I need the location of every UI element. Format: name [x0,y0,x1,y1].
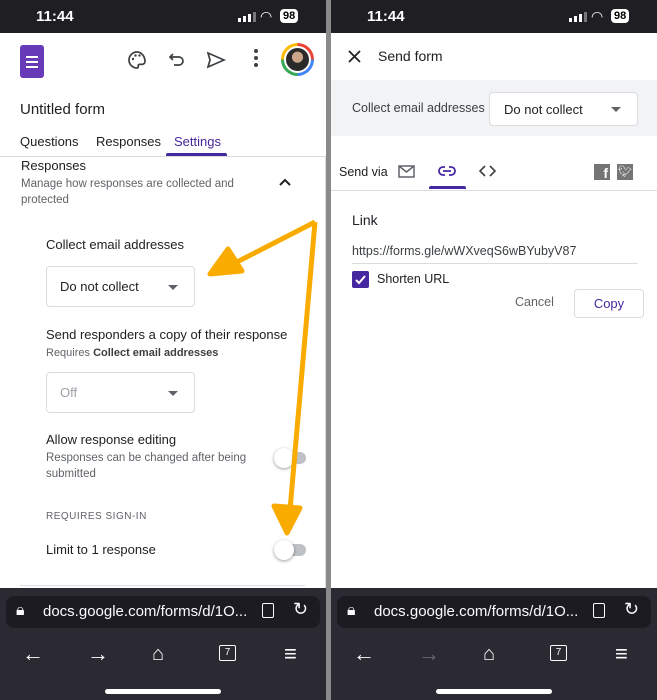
shorten-url-label: Shorten URL [377,272,450,286]
divider [0,156,326,157]
dialog-title: Send form [378,48,443,64]
address-bar[interactable]: 🔒︎ docs.google.com/forms/d/1O... ↻ [337,596,651,628]
section-subtitle-2: protected [21,194,69,206]
forward-icon: → [418,641,440,666]
close-icon[interactable] [348,50,361,63]
divider [20,585,305,586]
home-icon[interactable]: ⌂ [483,644,495,664]
link-icon[interactable] [438,166,456,176]
send-copy-label: Send responders a copy of their response [46,327,288,342]
allow-editing-sub-2: submitted [46,468,96,480]
copy-button[interactable]: Copy [574,289,644,318]
caret-down-icon [168,284,178,290]
forms-settings-screen: 11:44 ◠ 98 Untitled form Questions Respo… [0,0,326,700]
home-icon[interactable]: ⌂ [152,644,164,664]
signal-icon [238,12,256,22]
menu-icon[interactable]: ≡ [615,643,628,665]
forms-logo-icon [20,45,44,78]
status-time: 11:44 [36,8,74,25]
allow-editing-sub: Responses can be changed after being [46,452,247,464]
send-form-screen: 11:44 ◠ 98 Send form Collect email addre… [331,0,657,700]
shorten-url-checkbox[interactable] [352,271,369,288]
tab-questions[interactable]: Questions [20,134,79,149]
wifi-icon: ◠ [260,8,273,24]
wifi-icon: ◠ [591,8,604,24]
reload-icon[interactable]: ↻ [293,599,308,620]
url-text[interactable]: docs.google.com/forms/d/1O... [374,603,578,620]
tab-settings[interactable]: Settings [174,134,221,149]
tabs-count-icon[interactable]: 7 [550,645,567,661]
status-bar: 11:44 ◠ 98 [331,0,657,33]
link-heading: Link [352,212,378,228]
chevron-up-icon[interactable] [279,178,291,186]
battery-indicator: 98 [611,9,630,23]
requires-prefix: Requires [46,347,94,359]
embed-code-icon[interactable] [479,165,496,177]
reader-mode-icon[interactable] [262,603,274,618]
signal-icon [569,12,587,22]
browser-toolbar: 🔒︎ docs.google.com/forms/d/1O... ↻ ← → ⌂… [0,588,326,700]
send-icon[interactable] [206,51,226,69]
lock-icon: 🔒︎ [347,602,356,619]
divider [331,190,657,191]
section-title: Responses [21,158,87,173]
status-bar: 11:44 ◠ 98 [0,0,326,33]
card-border [325,156,326,588]
collect-email-value: Do not collect [60,279,139,294]
forward-icon[interactable]: → [87,643,109,665]
email-icon[interactable] [398,165,415,178]
collect-email-value: Do not collect [504,101,583,117]
facebook-icon[interactable]: f [594,164,610,181]
requires-signin-heading: REQUIRES SIGN-IN [46,511,147,522]
form-title[interactable]: Untitled form [20,101,105,118]
link-url-field[interactable]: https://forms.gle/wWXveqS6wBYubyV87 [352,244,576,258]
section-subtitle: Manage how responses are collected and [21,178,234,190]
address-bar[interactable]: 🔒︎ docs.google.com/forms/d/1O... ↻ [6,596,320,628]
menu-icon[interactable]: ≡ [284,643,297,665]
cancel-button[interactable]: Cancel [515,295,554,309]
send-via-label: Send via [339,165,388,179]
checkmark-icon [355,275,366,285]
status-time: 11:44 [367,8,405,25]
active-tab-indicator [429,186,466,189]
home-indicator [436,689,552,694]
send-copy-dropdown: Off [46,372,195,413]
battery-indicator: 98 [280,9,299,23]
undo-icon[interactable] [168,51,186,69]
avatar[interactable] [281,43,314,76]
url-underline [352,263,638,264]
requires-bold: Collect email addresses [93,347,219,359]
collect-email-dropdown[interactable]: Do not collect [489,92,638,126]
back-icon[interactable]: ← [22,643,44,665]
twitter-icon[interactable]: 🐦︎ [617,164,633,180]
allow-editing-label: Allow response editing [46,432,177,447]
tabs-count-icon[interactable]: 7 [219,645,236,661]
reload-icon[interactable]: ↻ [624,599,639,620]
browser-toolbar: 🔒︎ docs.google.com/forms/d/1O... ↻ ← → ⌂… [331,588,657,700]
collect-email-dropdown[interactable]: Do not collect [46,266,195,307]
limit-response-toggle[interactable] [274,540,306,560]
tab-responses[interactable]: Responses [96,134,161,149]
home-indicator [105,689,221,694]
reader-mode-icon[interactable] [593,603,605,618]
url-text[interactable]: docs.google.com/forms/d/1O... [43,603,247,620]
limit-response-label: Limit to 1 response [46,542,156,557]
collect-email-label: Collect email addresses [46,237,185,252]
caret-down-icon [168,390,178,396]
collect-email-band: Collect email addresses Do not collect [331,80,657,136]
back-icon[interactable]: ← [353,643,375,665]
lock-icon: 🔒︎ [16,602,25,619]
caret-down-icon [611,107,621,112]
allow-editing-toggle[interactable] [274,448,306,468]
more-options-icon[interactable] [254,49,258,53]
collect-email-label: Collect email addresses [352,101,485,115]
send-copy-value: Off [60,385,78,400]
palette-icon[interactable] [127,50,147,70]
